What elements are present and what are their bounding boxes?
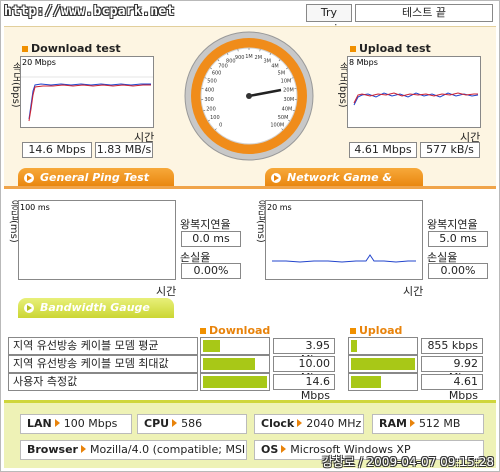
cpu-info: CPU 586 bbox=[137, 414, 247, 434]
status-box: 테스트 끝 bbox=[355, 4, 493, 22]
bandwidth-upload-header: Upload bbox=[350, 324, 402, 337]
game-rtt-label: 왕복지연율 bbox=[427, 218, 478, 231]
bandwidth-download-header: Download bbox=[200, 324, 270, 337]
ping-graph bbox=[18, 200, 176, 280]
upload-bar-fill bbox=[351, 376, 381, 388]
upload-bar-value: 855 kbps bbox=[421, 338, 483, 354]
download-bar-value: 3.95 Mbps bbox=[273, 338, 335, 366]
download-bar bbox=[200, 373, 270, 391]
download-bar-value: 14.6 Mbps bbox=[273, 374, 335, 402]
game-x-label: 시간 bbox=[403, 285, 424, 298]
gauge-tick-label: 10M bbox=[281, 79, 292, 85]
ping-x-label: 시간 bbox=[156, 285, 177, 298]
upload-mbps: 4.61 Mbps bbox=[349, 142, 417, 158]
gauge-tick-label: 50M bbox=[278, 115, 289, 121]
ram-info: RAM 512 MB bbox=[372, 414, 484, 434]
gauge-tick-label: 900 bbox=[235, 55, 245, 61]
gauge-tick-label: 600 bbox=[212, 71, 222, 77]
upload-bar-value: 9.92 Mbps bbox=[421, 356, 483, 384]
site-logo: http://www.bcpark.net bbox=[4, 4, 175, 19]
upload-bar-fill bbox=[351, 358, 415, 370]
upload-max: 8 Mbps bbox=[349, 58, 378, 67]
ping-rtt: 0.0 ms bbox=[181, 231, 241, 247]
clock-info: Clock 2040 MHz bbox=[254, 414, 364, 434]
ping-loss: 0.00% bbox=[181, 263, 241, 279]
gauge-tick-label: 40M bbox=[282, 106, 293, 112]
gauge-tick-label: 2M bbox=[255, 55, 262, 61]
tab-bandwidth-gauge[interactable]: Bandwidth Gauge bbox=[18, 298, 174, 318]
upload-bar bbox=[348, 337, 418, 355]
upload-bar-value: 4.61 Mbps bbox=[421, 374, 483, 402]
game-graph bbox=[265, 200, 423, 280]
gauge-tick-label: 700 bbox=[218, 64, 228, 70]
upload-bar bbox=[348, 373, 418, 391]
gauge-tick-label: 20M bbox=[283, 88, 294, 94]
bandwidth-row-label: 사용자 측정값 bbox=[8, 373, 198, 391]
download-bar-fill bbox=[203, 340, 220, 352]
tab-general-ping[interactable]: General Ping Test bbox=[18, 168, 174, 188]
download-mbs: 1.83 MB/s bbox=[95, 142, 153, 158]
try-again-button[interactable]: Try again bbox=[306, 4, 352, 35]
bandwidth-row-label: 지역 유선방송 케이블 모뎀 평균 bbox=[8, 337, 198, 355]
game-rtt: 5.0 ms bbox=[428, 231, 488, 247]
gauge-tick-label: 100 bbox=[210, 115, 220, 121]
tab-network-game[interactable]: Network Game & VoIP Test bbox=[265, 168, 423, 204]
download-line bbox=[21, 76, 153, 122]
upload-title: Upload test bbox=[350, 42, 431, 55]
gauge-tick-label: 500 bbox=[207, 79, 217, 85]
speed-gauge: 0 100 200 300 400 500 600 700 800 900 1M 2M 3M 4M 5M 10… bbox=[183, 30, 315, 162]
gauge-tick-label: 200 bbox=[206, 106, 216, 112]
browser-info: BrowserMozilla/4.0 (compatible; MSIE 6.0 bbox=[20, 440, 247, 460]
upload-line bbox=[353, 92, 479, 106]
gauge-tick-label: 100M bbox=[270, 122, 284, 128]
download-mbps: 14.6 Mbps bbox=[22, 142, 92, 158]
gauge-tick-label: 3M bbox=[263, 58, 271, 64]
game-max: 20 ms bbox=[267, 203, 292, 212]
download-bar-fill bbox=[203, 376, 267, 388]
gauge-tick-label: 400 bbox=[205, 88, 215, 94]
gauge-tick-label: 0 bbox=[219, 122, 222, 128]
gauge-tick-label: 300 bbox=[204, 97, 214, 103]
watermark-text: 강창로 / 2009-04-07 09:15:28 bbox=[321, 455, 494, 469]
game-line bbox=[272, 254, 416, 263]
gauge-tick-label: 5M bbox=[278, 71, 286, 77]
upload-kbs: 577 kB/s bbox=[420, 142, 480, 158]
ping-max: 100 ms bbox=[20, 203, 50, 212]
upload-bar bbox=[348, 355, 418, 373]
gauge-tick-label: 4M bbox=[271, 64, 279, 70]
lan-info: LAN 100 Mbps bbox=[20, 414, 132, 434]
ping-rtt-label: 왕복지연율 bbox=[180, 218, 231, 231]
game-loss: 0.00% bbox=[428, 263, 488, 279]
gauge-tick-label: 1M bbox=[245, 54, 253, 60]
download-max: 20 Mbps bbox=[22, 58, 56, 67]
bandwidth-row-label: 지역 유선방송 케이블 모뎀 최대값 bbox=[8, 355, 198, 373]
download-title: Download test bbox=[22, 42, 121, 55]
download-bar-fill bbox=[203, 358, 255, 370]
gauge-tick-label: 30M bbox=[284, 97, 295, 103]
download-bar bbox=[200, 337, 270, 355]
upload-bar-fill bbox=[351, 340, 357, 352]
download-bar-value: 10.00 Mbps bbox=[273, 356, 335, 384]
download-bar bbox=[200, 355, 270, 373]
